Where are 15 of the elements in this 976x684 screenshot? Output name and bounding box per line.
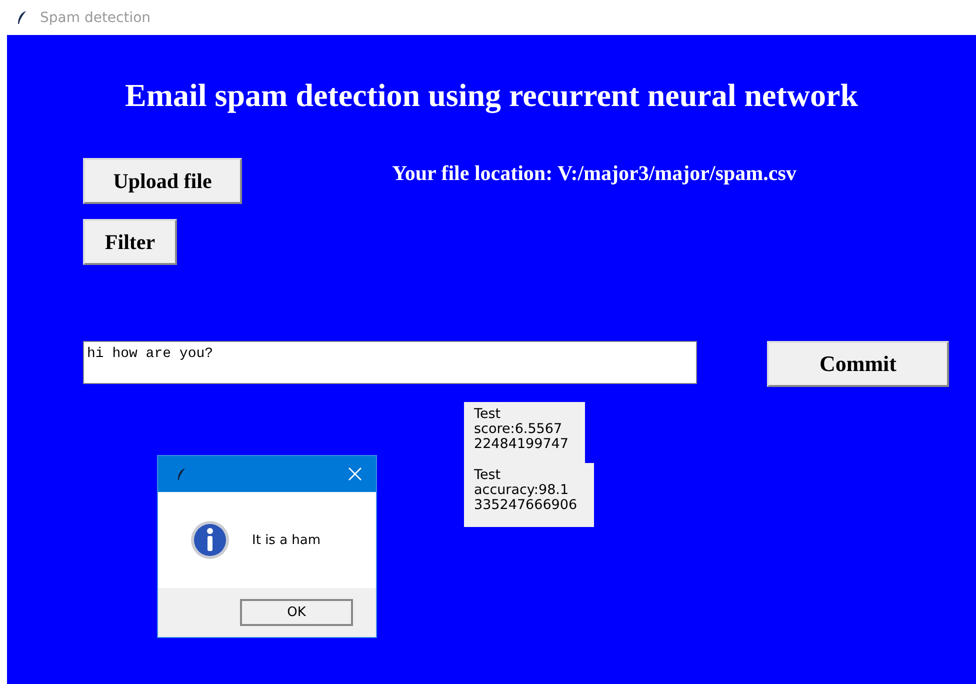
commit-button[interactable]: Commit [767,341,949,387]
result-label: Test score:6.5567 22484199747 [464,402,585,463]
close-icon[interactable] [348,467,362,481]
feather-icon [16,10,28,26]
window-title: Spam detection [40,10,151,26]
feather-icon [176,466,187,482]
file-location-label: Your file location: V:/major3/major/spam.csv [392,161,796,186]
message-field[interactable]: hi how are you? [83,341,697,384]
ok-button[interactable]: OK [240,599,353,626]
filter-button[interactable]: Filter [83,219,177,265]
upload-file-button[interactable]: Upload file [83,158,242,204]
info-icon [190,520,230,560]
result-label: Test accuracy:98.1 335247666906 [464,463,594,527]
dialog-message: It is a ham [252,532,321,548]
app-heading: Email spam detection using recurrent neural network [124,77,859,114]
